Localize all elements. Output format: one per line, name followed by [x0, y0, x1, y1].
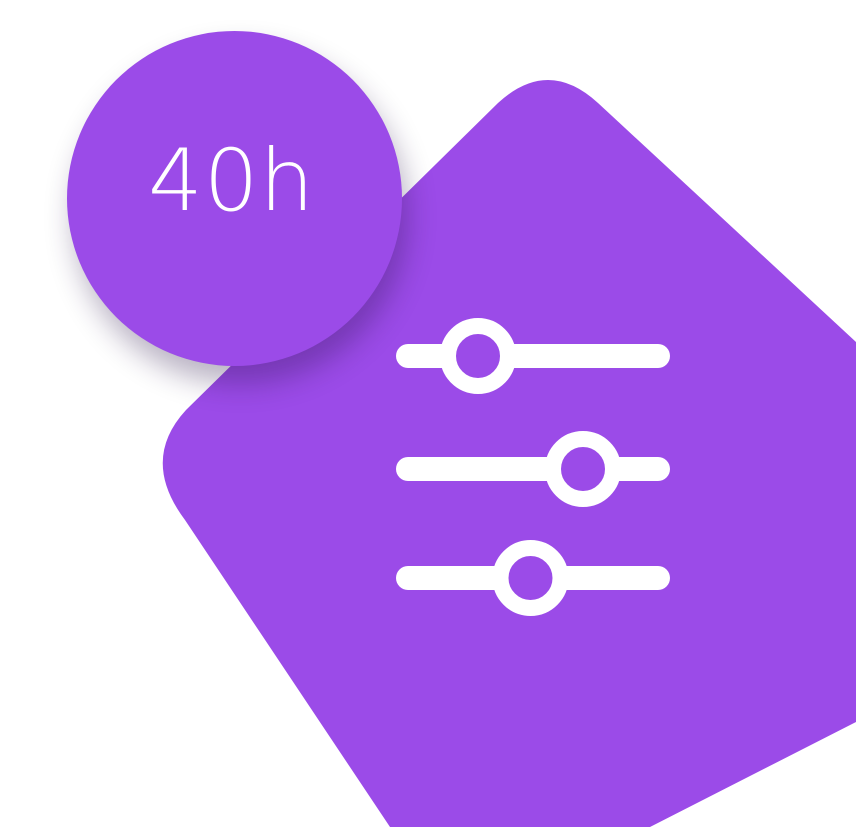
slider-3-knob [492, 540, 569, 616]
hours-label: 40h [148, 130, 315, 231]
hours-badge: 40h [67, 31, 402, 366]
slider-2-knob [545, 431, 621, 507]
slider-1-knob [440, 318, 516, 394]
settings-illustration: 40h [0, 0, 856, 827]
